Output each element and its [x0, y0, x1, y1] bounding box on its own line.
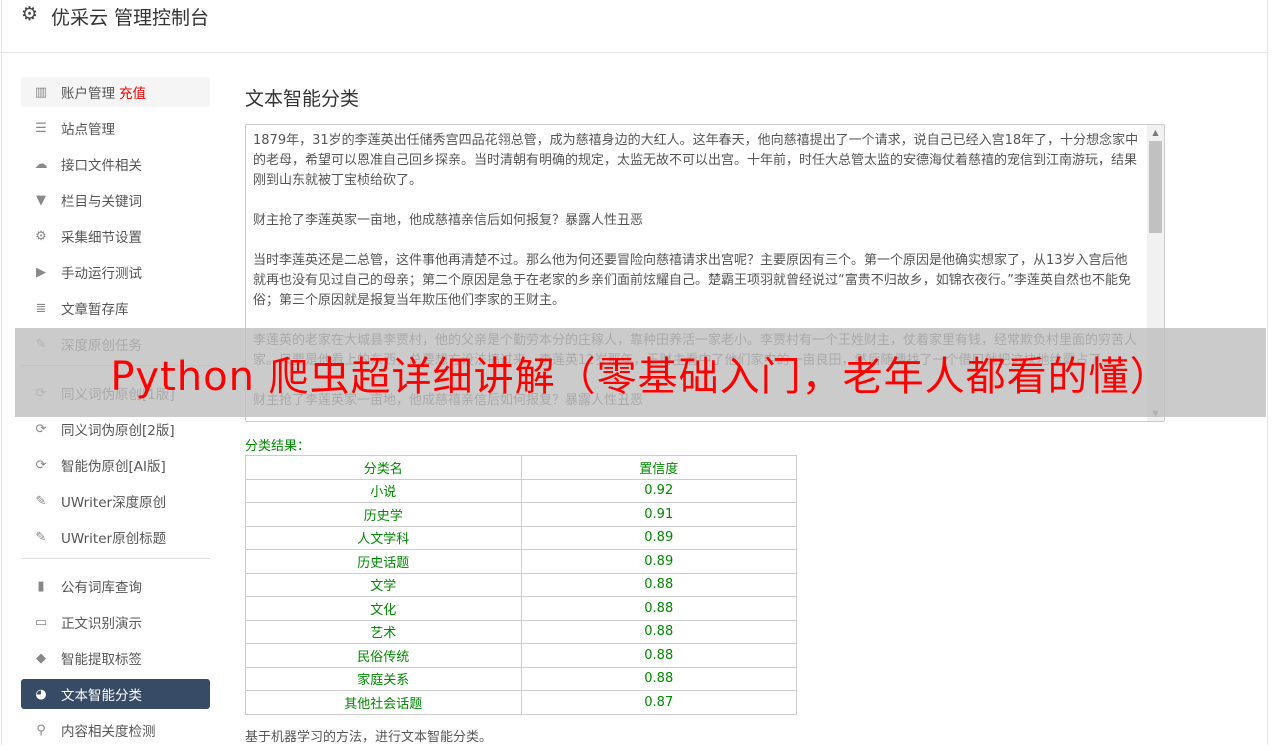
sidebar-item[interactable]: ✎ UWriter原创标题	[21, 522, 210, 552]
sidebar-item-label: 智能提取标签	[61, 652, 142, 668]
server-icon: ☰	[35, 120, 47, 136]
sidebar-item-label: 栏目与关键词	[61, 194, 142, 210]
sidebar-item-label: 站点管理	[61, 122, 115, 138]
database-icon: ≣	[35, 300, 47, 316]
table-row: 民俗传统 0.88	[245, 643, 797, 668]
gears-icon: ⚙	[35, 228, 47, 244]
table-row: 历史话题 0.89	[245, 549, 797, 574]
sidebar-item-label: 公有词库查询	[61, 580, 142, 596]
confidence: 0.88	[520, 596, 797, 621]
search-icon: ⚲	[36, 722, 46, 738]
refresh-icon: ⟳	[35, 421, 47, 437]
category-name: 历史学	[245, 502, 522, 527]
sidebar-item[interactable]: ⚙ 采集细节设置	[21, 221, 210, 251]
cloud-upload-icon: ☁	[34, 156, 48, 172]
category-name: 人文学科	[245, 525, 522, 550]
sidebar-item[interactable]: ⟳ 同义词伪原创[2版]	[21, 414, 210, 444]
sidebar-item[interactable]: ▮ 公有词库查询	[21, 571, 210, 601]
sidebar-divider	[21, 558, 210, 559]
sidebar-item[interactable]: ▶ 手动运行测试	[21, 257, 210, 287]
table-row: 文化 0.88	[245, 596, 797, 621]
category-name: 历史话题	[245, 549, 522, 574]
sidebar-item[interactable]: ☰ 站点管理	[21, 113, 210, 143]
sidebar-item[interactable]: ▼ 栏目与关键词	[21, 185, 210, 215]
sidebar-item-label: 接口文件相关	[61, 158, 142, 174]
sidebar-item-label: 内容相关度检测	[61, 724, 156, 740]
sidebar-item[interactable]: ◕ 文本智能分类	[21, 679, 210, 709]
sidebar-item-label: 账户管理	[61, 86, 115, 102]
sidebar-item[interactable]: ✎ UWriter深度原创	[21, 486, 210, 516]
filter-icon: ▼	[36, 192, 46, 208]
banner-text: Python 爬虫超详细讲解（零基础入门，老年人都看的懂）	[110, 353, 1171, 400]
gear-icon: ⚙	[21, 3, 39, 25]
header: ⚙ 优采云 管理控制台	[0, 0, 1268, 53]
sidebar-item[interactable]: ⟳ 智能伪原创[AI版]	[21, 450, 210, 480]
table-row: 艺术 0.88	[245, 619, 797, 644]
sidebar-item-label: 同义词伪原创[2版]	[61, 423, 175, 439]
recharge-link[interactable]: 充值	[119, 82, 146, 102]
page-title: 文本智能分类	[245, 88, 360, 110]
pie-chart-icon: ◕	[35, 686, 47, 702]
tag-icon: ◆	[36, 650, 46, 666]
sidebar-item[interactable]: ▥ 账户管理 充值	[21, 77, 210, 107]
watermark-banner: Python 爬虫超详细讲解（零基础入门，老年人都看的懂）	[15, 328, 1266, 417]
bar-chart-icon: ▥	[34, 84, 48, 100]
confidence: 0.89	[520, 525, 797, 550]
confidence: 0.87	[520, 690, 797, 715]
edit-icon: ✎	[35, 493, 47, 509]
sidebar-item-label: UWriter原创标题	[61, 531, 167, 547]
table-row: 小说 0.92	[245, 478, 797, 503]
edit-icon: ✎	[35, 529, 47, 545]
confidence: 0.92	[520, 478, 797, 503]
description: 基于机器学习的方法，进行文本智能分类。	[245, 730, 493, 745]
sidebar-item-label: 采集细节设置	[61, 230, 142, 246]
confidence: 0.91	[520, 502, 797, 527]
sidebar-item-label: 智能伪原创[AI版]	[61, 459, 166, 475]
scroll-up-icon[interactable]: ▲	[1147, 128, 1164, 137]
category-name: 其他社会话题	[245, 690, 522, 715]
confidence: 0.88	[520, 643, 797, 668]
category-name: 小说	[245, 478, 522, 503]
table-row: 其他社会话题 0.87	[245, 690, 797, 715]
result-table: 分类名 置信度 小说 0.92 历史学 0.91 人文学科 0.89 历史话题 0.89 文学 0…	[245, 455, 797, 715]
column-header: 置信度	[520, 455, 797, 480]
category-name: 民俗传统	[245, 643, 522, 668]
confidence: 0.89	[520, 549, 797, 574]
sidebar-item[interactable]: ≣ 文章暂存库	[21, 293, 210, 323]
sidebar-item[interactable]: ⚲ 内容相关度检测	[21, 715, 210, 745]
sidebar-item[interactable]: ◆ 智能提取标签	[21, 643, 210, 673]
refresh-icon: ⟳	[35, 457, 47, 473]
confidence: 0.88	[520, 572, 797, 597]
sidebar-item-label: 正文识别演示	[61, 616, 142, 632]
table-row: 历史学 0.91	[245, 502, 797, 527]
result-label: 分类结果：	[245, 439, 311, 454]
app-title: 优采云 管理控制台	[51, 7, 210, 29]
table-row: 家庭关系 0.88	[245, 666, 797, 691]
sidebar-item-label: UWriter深度原创	[61, 495, 167, 511]
confidence: 0.88	[520, 619, 797, 644]
confidence: 0.88	[520, 666, 797, 691]
sidebar-item-label: 手动运行测试	[61, 266, 142, 282]
sidebar-item-label: 文章暂存库	[61, 302, 129, 318]
category-name: 文学	[245, 572, 522, 597]
scrollbar-thumb[interactable]	[1149, 141, 1162, 233]
play-icon: ▶	[36, 264, 46, 280]
monitor-icon: ▭	[34, 614, 48, 630]
book-icon: ▮	[37, 578, 45, 594]
category-name: 文化	[245, 596, 522, 621]
sidebar-item[interactable]: ▭ 正文识别演示	[21, 607, 210, 637]
sidebar-item-label: 文本智能分类	[61, 688, 142, 704]
sidebar-item[interactable]: ☁ 接口文件相关	[21, 149, 210, 179]
category-name: 家庭关系	[245, 666, 522, 691]
table-row: 人文学科 0.89	[245, 525, 797, 550]
table-row: 文学 0.88	[245, 572, 797, 597]
category-name: 艺术	[245, 619, 522, 644]
column-header: 分类名	[245, 455, 522, 480]
